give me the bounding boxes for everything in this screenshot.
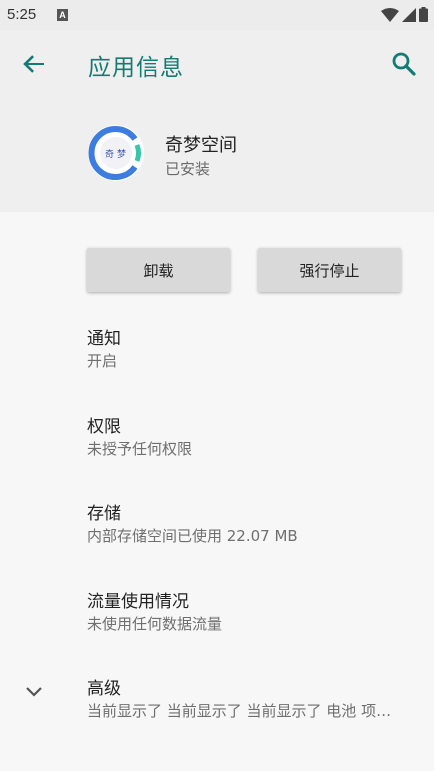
wifi-icon — [381, 7, 399, 22]
battery-icon — [419, 7, 428, 22]
item-title: 高级 — [87, 679, 121, 699]
status-icons — [381, 7, 428, 22]
arrow-left-icon[interactable] — [18, 48, 50, 80]
notification-a-icon: A — [57, 9, 68, 21]
list-item-advanced[interactable]: 高级 当前显示了 当前显示了 当前显示了 电池 项… — [0, 674, 434, 754]
item-title: 存储 — [87, 504, 121, 524]
status-time: 5:25 — [7, 6, 37, 23]
item-subtitle: 当前显示了 当前显示了 当前显示了 电池 项… — [87, 702, 392, 720]
list-item-storage[interactable]: 存储 内部存储空间已使用 22.07 MB — [0, 499, 434, 579]
item-title: 通知 — [87, 329, 121, 349]
chevron-down-icon — [26, 687, 42, 697]
page-title: 应用信息 — [88, 55, 184, 81]
list-item-data-usage[interactable]: 流量使用情况 未使用任何数据流量 — [0, 587, 434, 667]
svg-text:奇: 奇 — [105, 148, 114, 160]
qimeng-logo-icon: 奇 梦 — [88, 125, 144, 181]
app-info-header: 应用信息 奇 梦 奇梦空间 已安装 — [0, 30, 434, 212]
item-subtitle: 开启 — [87, 352, 118, 370]
item-subtitle: 未使用任何数据流量 — [87, 615, 223, 633]
search-icon[interactable] — [388, 48, 420, 80]
signal-icon — [402, 7, 416, 22]
item-subtitle: 内部存储空间已使用 22.07 MB — [87, 527, 298, 545]
force-stop-button[interactable]: 强行停止 — [258, 248, 401, 292]
item-title: 流量使用情况 — [87, 592, 189, 612]
app-name: 奇梦空间 — [165, 135, 237, 156]
list-item-notifications[interactable]: 通知 开启 — [0, 324, 434, 404]
list-item-permissions[interactable]: 权限 未授予任何权限 — [0, 412, 434, 492]
app-icon: 奇 梦 — [88, 125, 144, 181]
status-bar: 5:25 A — [0, 0, 434, 30]
item-title: 权限 — [87, 417, 121, 437]
item-subtitle: 未授予任何权限 — [87, 440, 193, 458]
svg-text:梦: 梦 — [117, 149, 126, 160]
uninstall-button[interactable]: 卸载 — [87, 248, 230, 292]
app-install-status: 已安装 — [165, 160, 211, 178]
